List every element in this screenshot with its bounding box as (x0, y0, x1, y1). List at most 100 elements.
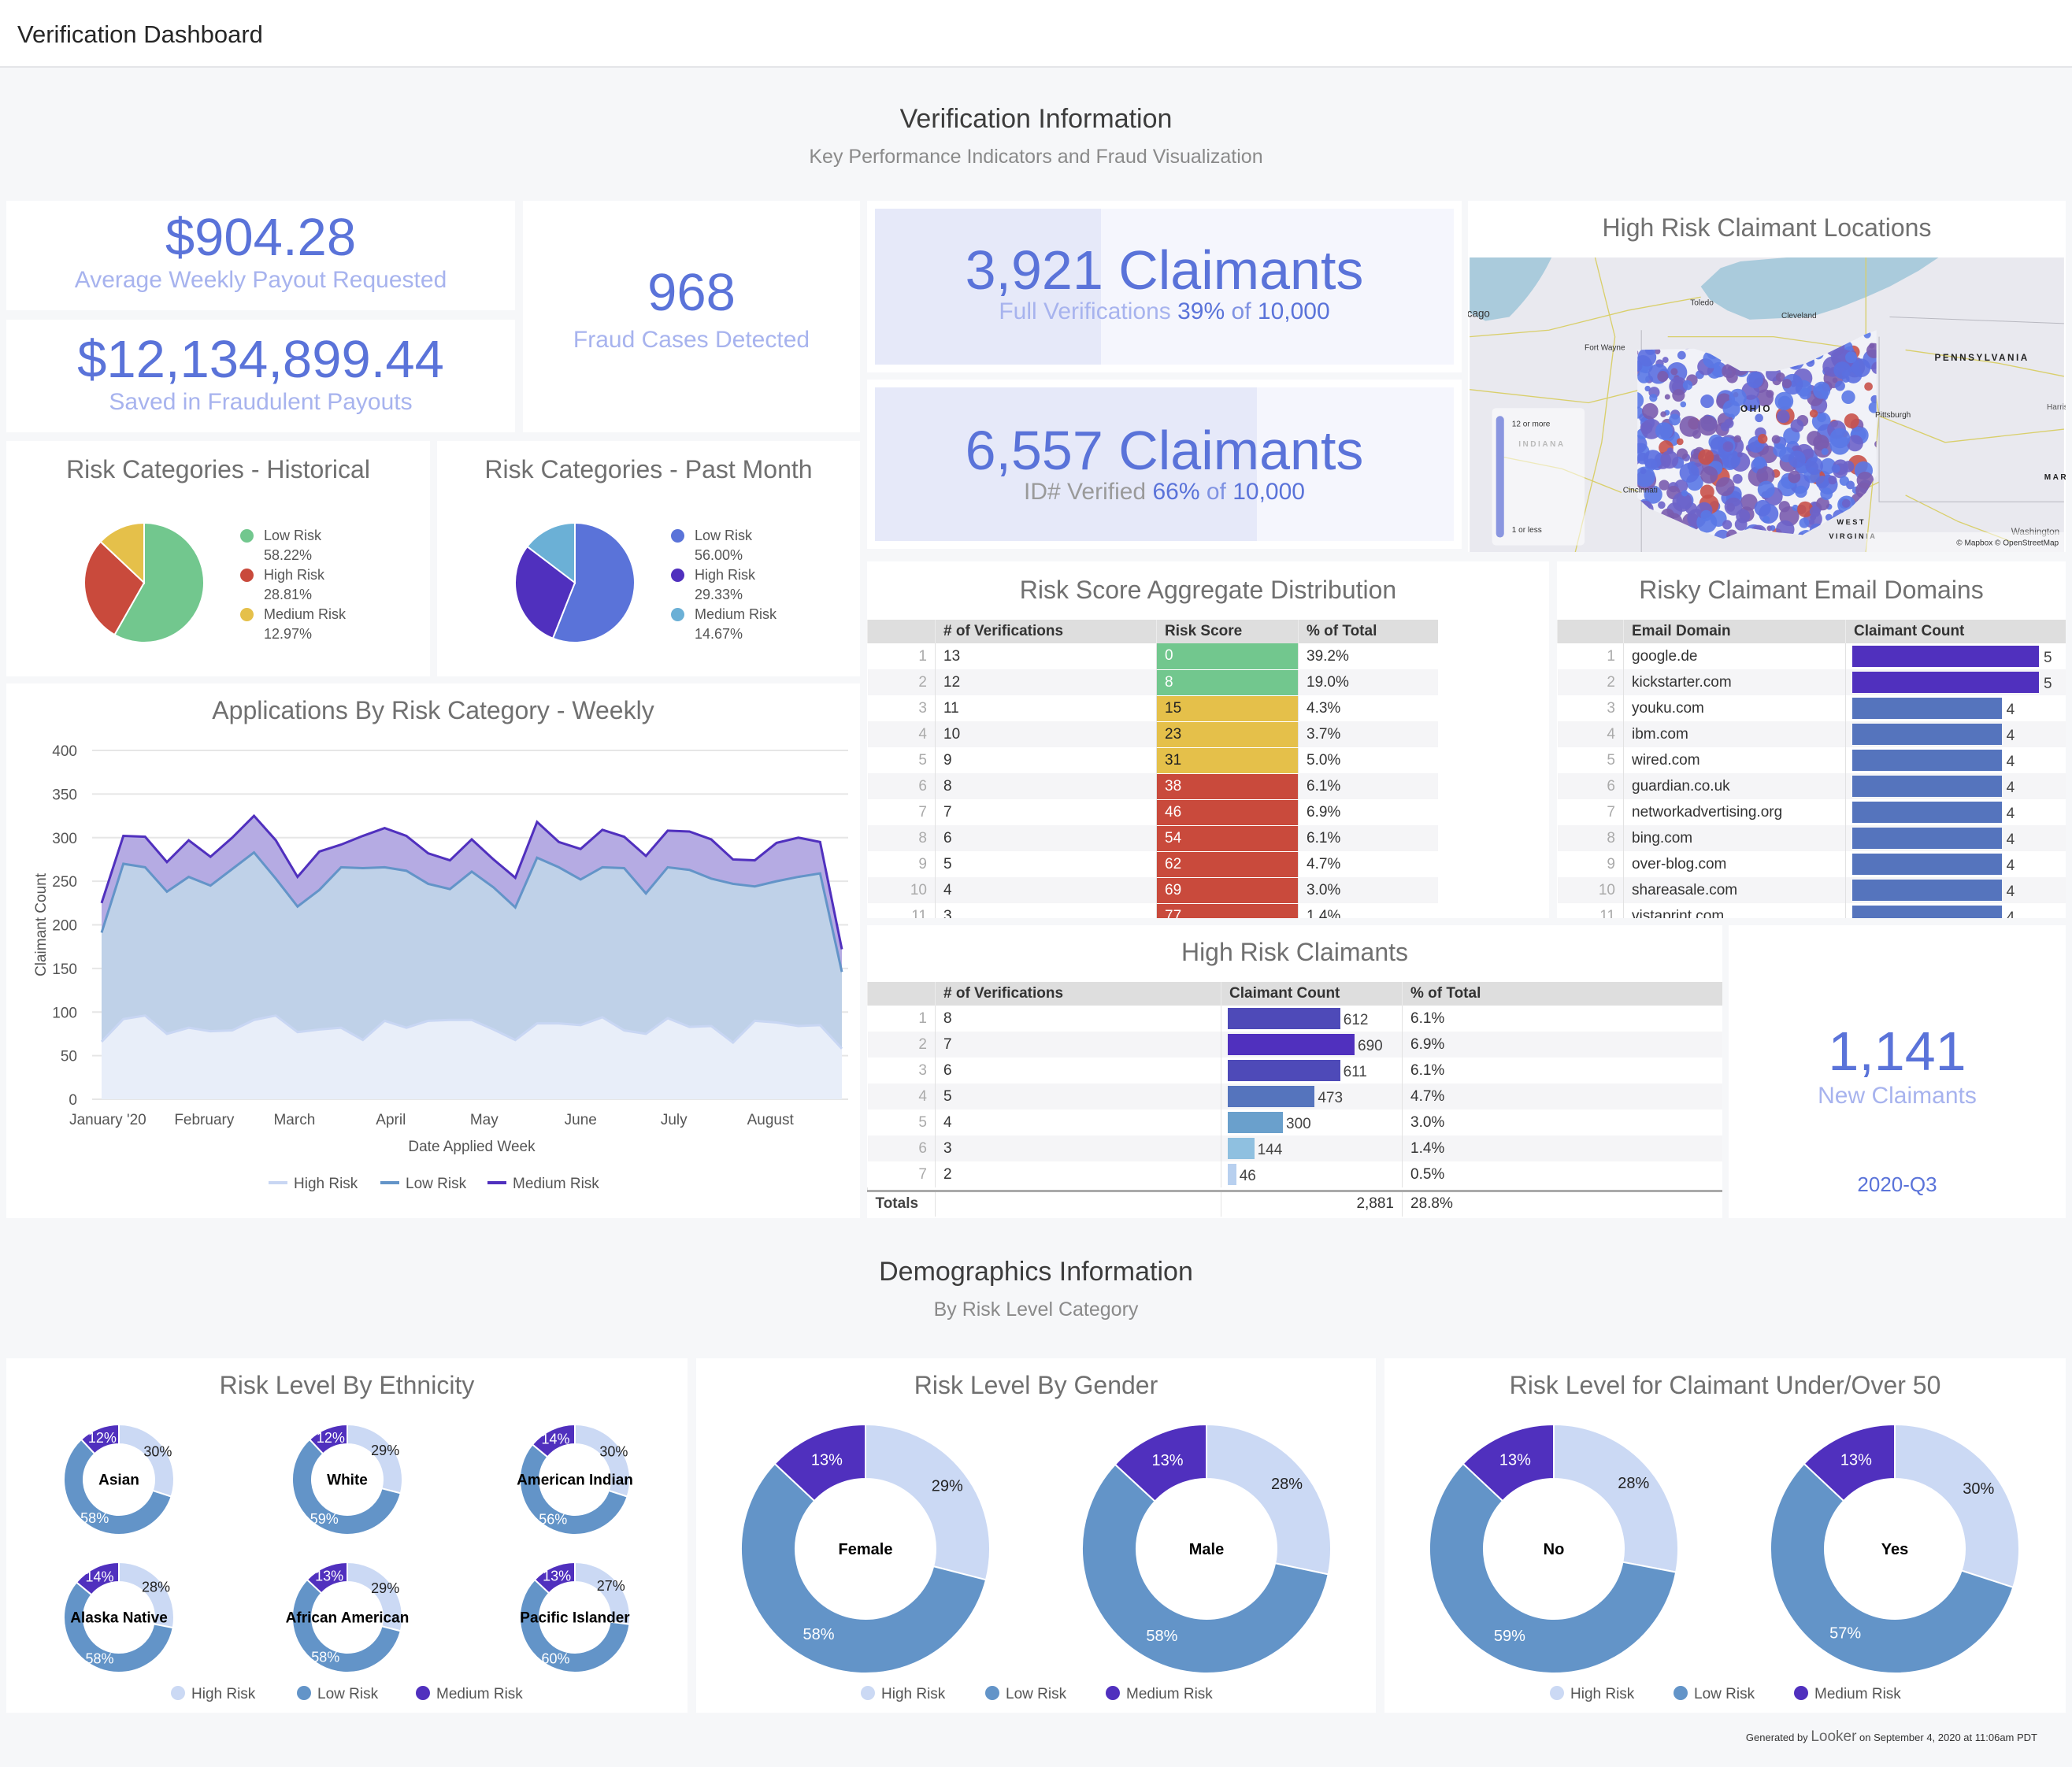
legend-label[interactable]: Low Risk (317, 1686, 379, 1702)
map-region[interactable] (1660, 450, 1679, 469)
data-point-medium-risk[interactable] (468, 835, 476, 843)
map-region[interactable] (1777, 409, 1790, 424)
table-row[interactable]: 4 5 473 4.7% (867, 1084, 1722, 1109)
map-region[interactable] (1746, 371, 1763, 389)
map-region[interactable] (1658, 501, 1666, 509)
data-point-low-risk[interactable] (337, 863, 345, 871)
data-point-medium-risk[interactable] (98, 899, 106, 907)
table-row[interactable]: 3 11 15 4.3% (868, 695, 1438, 722)
data-point-high-risk[interactable] (250, 1016, 258, 1024)
data-point-low-risk[interactable] (773, 877, 780, 885)
table-row[interactable]: 8 bing.com 4 (1557, 825, 2066, 851)
table-row[interactable]: 1 8 612 6.1% (868, 1006, 1722, 1032)
data-point-medium-risk[interactable] (402, 832, 410, 840)
data-point-high-risk[interactable] (511, 1036, 519, 1044)
map-region[interactable] (1698, 449, 1714, 465)
data-point-high-risk[interactable] (120, 1015, 128, 1023)
column-header[interactable]: # of Verifications (935, 620, 1157, 643)
map-region[interactable] (1844, 413, 1859, 429)
data-point-low-risk[interactable] (533, 854, 541, 861)
map-region[interactable] (1864, 382, 1873, 391)
table-row[interactable]: 10 shareasale.com 4 (1557, 877, 2066, 903)
map-region[interactable] (1660, 411, 1666, 417)
table-row[interactable]: 5 9 31 5.0% (868, 747, 1438, 774)
data-point-high-risk[interactable] (707, 1022, 715, 1030)
data-point-medium-risk[interactable] (838, 946, 846, 954)
column-header[interactable]: Risk Score (1156, 620, 1299, 643)
table-row[interactable]: 8 6 54 6.1% (867, 825, 1438, 852)
data-point-low-risk[interactable] (468, 868, 476, 876)
data-point-high-risk[interactable] (599, 1013, 606, 1021)
data-point-medium-risk[interactable] (163, 858, 171, 866)
map[interactable]: Chicago Toledo Cleveland Fort Wayne PENNSYLV… (1468, 257, 2066, 552)
table-row[interactable]: 6 3 144 1.4% (867, 1135, 1722, 1161)
map-region[interactable] (1734, 517, 1748, 531)
data-point-medium-risk[interactable] (685, 828, 693, 835)
table-row[interactable]: 6 8 38 6.1% (867, 773, 1438, 800)
table-row[interactable]: 3 youku.com 4 (1558, 695, 2066, 721)
map-region[interactable] (1640, 468, 1647, 475)
legend-label[interactable]: High Risk (881, 1686, 946, 1702)
data-point-medium-risk[interactable] (576, 845, 584, 853)
legend-label[interactable]: High Risk (294, 1176, 358, 1192)
legend-label[interactable]: Medium Risk (513, 1176, 599, 1192)
map-region[interactable] (1821, 448, 1829, 456)
data-point-high-risk[interactable] (490, 1025, 498, 1033)
data-point-low-risk[interactable] (315, 886, 323, 894)
data-point-high-risk[interactable] (621, 1027, 628, 1035)
map-region[interactable] (1774, 391, 1794, 411)
map-region[interactable] (1670, 368, 1678, 376)
data-point-medium-risk[interactable] (141, 833, 149, 841)
data-point-low-risk[interactable] (751, 883, 758, 891)
data-point-medium-risk[interactable] (228, 834, 236, 842)
data-point-high-risk[interactable] (337, 1024, 345, 1032)
data-point-low-risk[interactable] (511, 903, 519, 911)
map-region[interactable] (1722, 441, 1734, 452)
data-point-low-risk[interactable] (402, 867, 410, 875)
map-region[interactable] (1700, 395, 1714, 409)
map-region[interactable] (1720, 422, 1730, 432)
data-point-medium-risk[interactable] (642, 852, 650, 860)
data-point-medium-risk[interactable] (511, 874, 519, 882)
table-row[interactable]: 11 vistaprint.com 4 (1558, 903, 2066, 918)
map-region[interactable] (1679, 462, 1699, 483)
data-point-medium-risk[interactable] (729, 855, 737, 863)
map-attribution[interactable]: © Mapbox © OpenStreetMap (1956, 539, 2059, 548)
legend-label[interactable]: Medium Risk (1126, 1686, 1213, 1702)
map-region[interactable] (1770, 525, 1776, 532)
data-point-high-risk[interactable] (141, 1012, 149, 1020)
map-region[interactable] (1715, 477, 1735, 497)
map-region[interactable] (1832, 377, 1838, 383)
table-row[interactable]: 9 over-blog.com 4 (1558, 851, 2066, 877)
data-point-high-risk[interactable] (816, 1021, 824, 1029)
map-region[interactable] (1733, 435, 1741, 443)
data-point-medium-risk[interactable] (294, 873, 302, 881)
table-row[interactable]: 1 google.de 5 (1558, 643, 2066, 669)
table-row[interactable]: 4 10 23 3.7% (867, 721, 1438, 748)
map-region[interactable] (1828, 475, 1837, 485)
legend-label[interactable]: Medium Risk (436, 1686, 523, 1702)
map-region[interactable] (1672, 388, 1685, 402)
table-row[interactable]: 4 ibm.com 4 (1557, 721, 2066, 747)
data-point-medium-risk[interactable] (359, 832, 367, 840)
map-region[interactable] (1815, 476, 1829, 489)
map-region[interactable] (1697, 415, 1718, 436)
data-point-low-risk[interactable] (621, 865, 628, 872)
map-region[interactable] (1809, 409, 1818, 418)
column-header[interactable]: Claimant Count (1221, 982, 1403, 1006)
table-row[interactable]: 5 4 300 3.0% (868, 1109, 1722, 1135)
data-point-high-risk[interactable] (685, 1023, 693, 1031)
map-region[interactable] (1680, 401, 1687, 408)
data-point-high-risk[interactable] (206, 1028, 214, 1035)
map-region[interactable] (1833, 361, 1851, 380)
table-row[interactable]: 3 6 611 6.1% (868, 1058, 1722, 1084)
map-region[interactable] (1737, 452, 1743, 457)
data-point-high-risk[interactable] (163, 1030, 171, 1038)
data-point-medium-risk[interactable] (250, 812, 258, 820)
data-point-low-risk[interactable] (141, 863, 149, 871)
data-point-low-risk[interactable] (424, 880, 432, 887)
column-header[interactable]: % of Total (1402, 982, 1722, 1006)
map-region[interactable] (1773, 443, 1787, 457)
map-region[interactable] (1790, 419, 1804, 433)
map-region[interactable] (1755, 413, 1763, 423)
